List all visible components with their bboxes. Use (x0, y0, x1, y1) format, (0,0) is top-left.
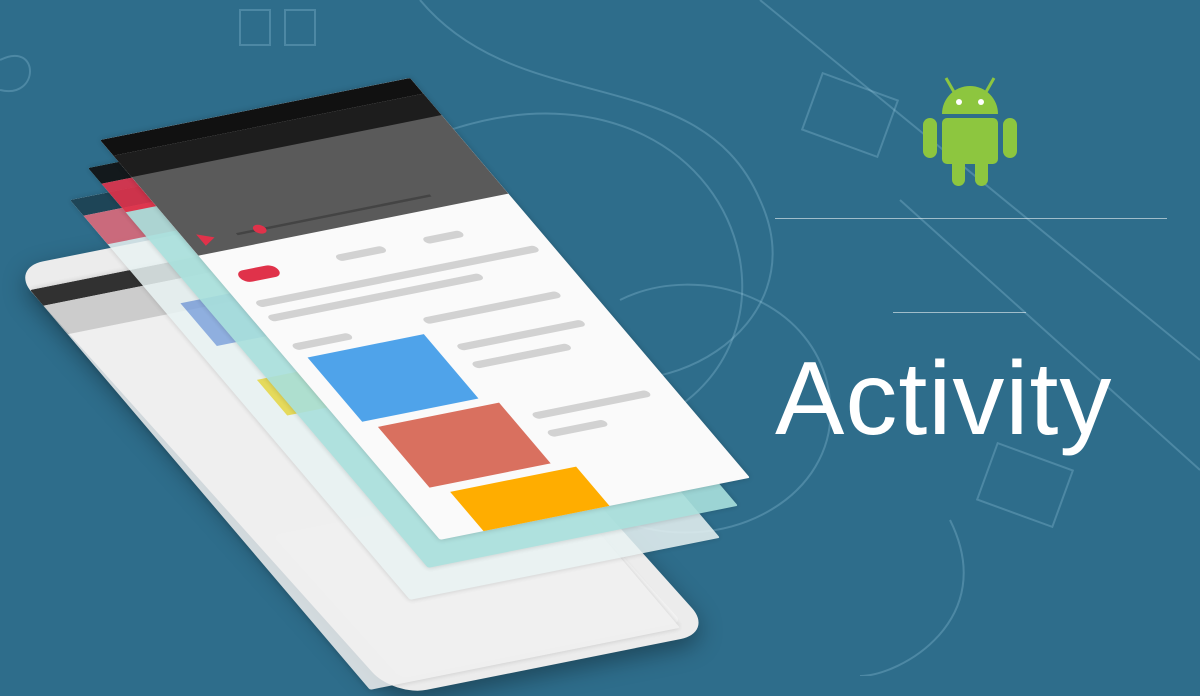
action-button[interactable] (234, 264, 284, 284)
blue-card-image (307, 334, 479, 422)
seek-handle[interactable] (250, 223, 270, 235)
divider-top (775, 218, 1167, 219)
red-card-image (377, 402, 551, 488)
android-robot-icon (923, 77, 1017, 186)
divider-short (893, 312, 1026, 313)
play-icon[interactable] (196, 231, 220, 246)
heading-activity: Activity (775, 341, 1113, 457)
